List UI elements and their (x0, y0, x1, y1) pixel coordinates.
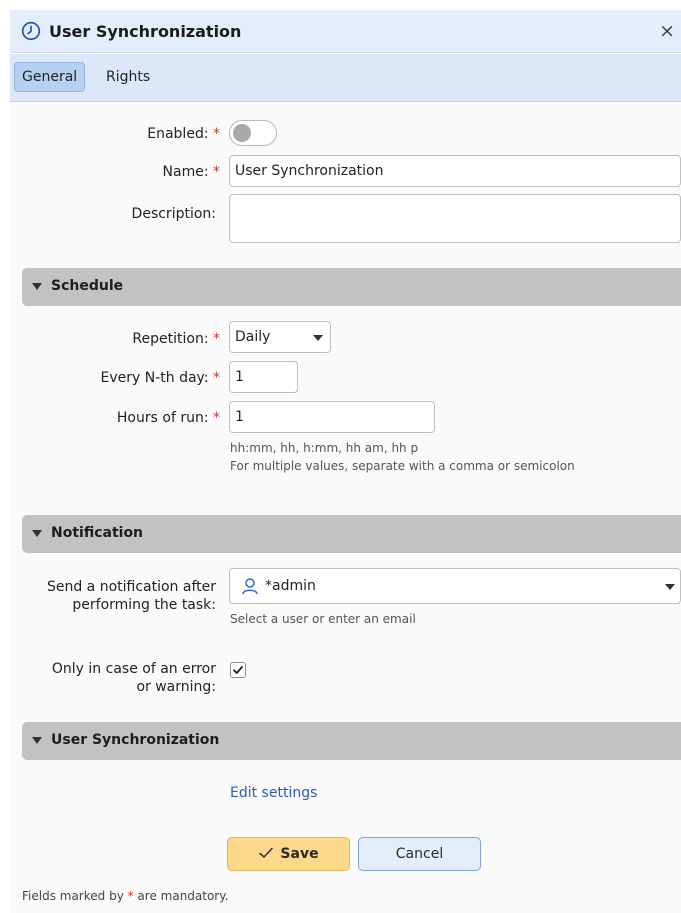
error-only-checkbox[interactable] (230, 662, 246, 678)
notification-section-header[interactable]: Notification (22, 515, 681, 553)
cancel-button[interactable]: Cancel (358, 837, 481, 871)
required-mark: * (213, 370, 220, 386)
repetition-label: Repetition: * (132, 331, 220, 347)
enabled-toggle[interactable] (229, 120, 277, 146)
every-nth-day-label: Every N-th day: * (100, 370, 220, 386)
error-only-label: Only in case of an error or warning: (51, 661, 216, 695)
required-mark: * (213, 126, 220, 142)
collapse-arrow-icon (32, 283, 42, 290)
notification-section-title: Notification (51, 525, 144, 541)
hours-of-run-value: 1 (235, 409, 244, 425)
clock-icon (21, 21, 41, 41)
send-notification-label: Send a notification after performing the… (46, 579, 216, 613)
recipient-hint: Select a user or enter an email (230, 612, 416, 626)
required-mark: * (213, 164, 220, 180)
chevron-down-icon (665, 584, 675, 590)
save-button-label: Save (280, 846, 319, 862)
enabled-label: Enabled: * (147, 126, 220, 142)
name-input-value: User Synchronization (235, 163, 384, 179)
description-input[interactable] (229, 194, 681, 243)
repetition-select[interactable]: Daily (229, 321, 331, 353)
tab-general[interactable]: General (14, 62, 86, 92)
hours-format-hint: hh:mm, hh, h:mm, hh am, hh p (230, 441, 419, 455)
every-nth-day-input[interactable]: 1 (229, 361, 298, 393)
save-button[interactable]: Save (227, 837, 350, 871)
user-icon (242, 578, 258, 595)
hours-of-run-input[interactable]: 1 (229, 401, 435, 433)
collapse-arrow-icon (32, 737, 42, 744)
required-mark: * (213, 410, 220, 426)
schedule-section-title: Schedule (51, 278, 124, 294)
name-label: Name: * (162, 164, 220, 180)
close-button[interactable]: × (659, 19, 675, 43)
dialog-title: User Synchronization (49, 21, 242, 41)
recipient-value: *admin (265, 578, 316, 594)
toggle-knob (233, 124, 251, 142)
recipient-select[interactable]: *admin (229, 568, 681, 604)
chevron-down-icon (313, 335, 323, 341)
tab-bar: General Rights (10, 54, 681, 102)
description-label: Description: (131, 206, 216, 222)
repetition-value: Daily (235, 329, 271, 345)
name-input[interactable]: User Synchronization (229, 155, 681, 187)
checkmark-icon (259, 847, 274, 858)
user-sync-section-title: User Synchronization (51, 732, 220, 748)
schedule-section-header[interactable]: Schedule (22, 268, 681, 306)
dialog-titlebar: User Synchronization × (10, 10, 681, 53)
every-nth-day-value: 1 (235, 369, 244, 385)
user-sync-section-header[interactable]: User Synchronization (22, 722, 681, 760)
hours-of-run-label: Hours of run: * (116, 410, 220, 426)
mandatory-fields-note: Fields marked by * are mandatory. (22, 889, 229, 903)
collapse-arrow-icon (32, 530, 42, 537)
checkmark-icon (233, 666, 243, 674)
edit-settings-link[interactable]: Edit settings (230, 785, 317, 801)
tab-rights[interactable]: Rights (98, 62, 158, 92)
hours-multiple-hint: For multiple values, separate with a com… (230, 459, 575, 473)
required-mark: * (213, 331, 220, 347)
